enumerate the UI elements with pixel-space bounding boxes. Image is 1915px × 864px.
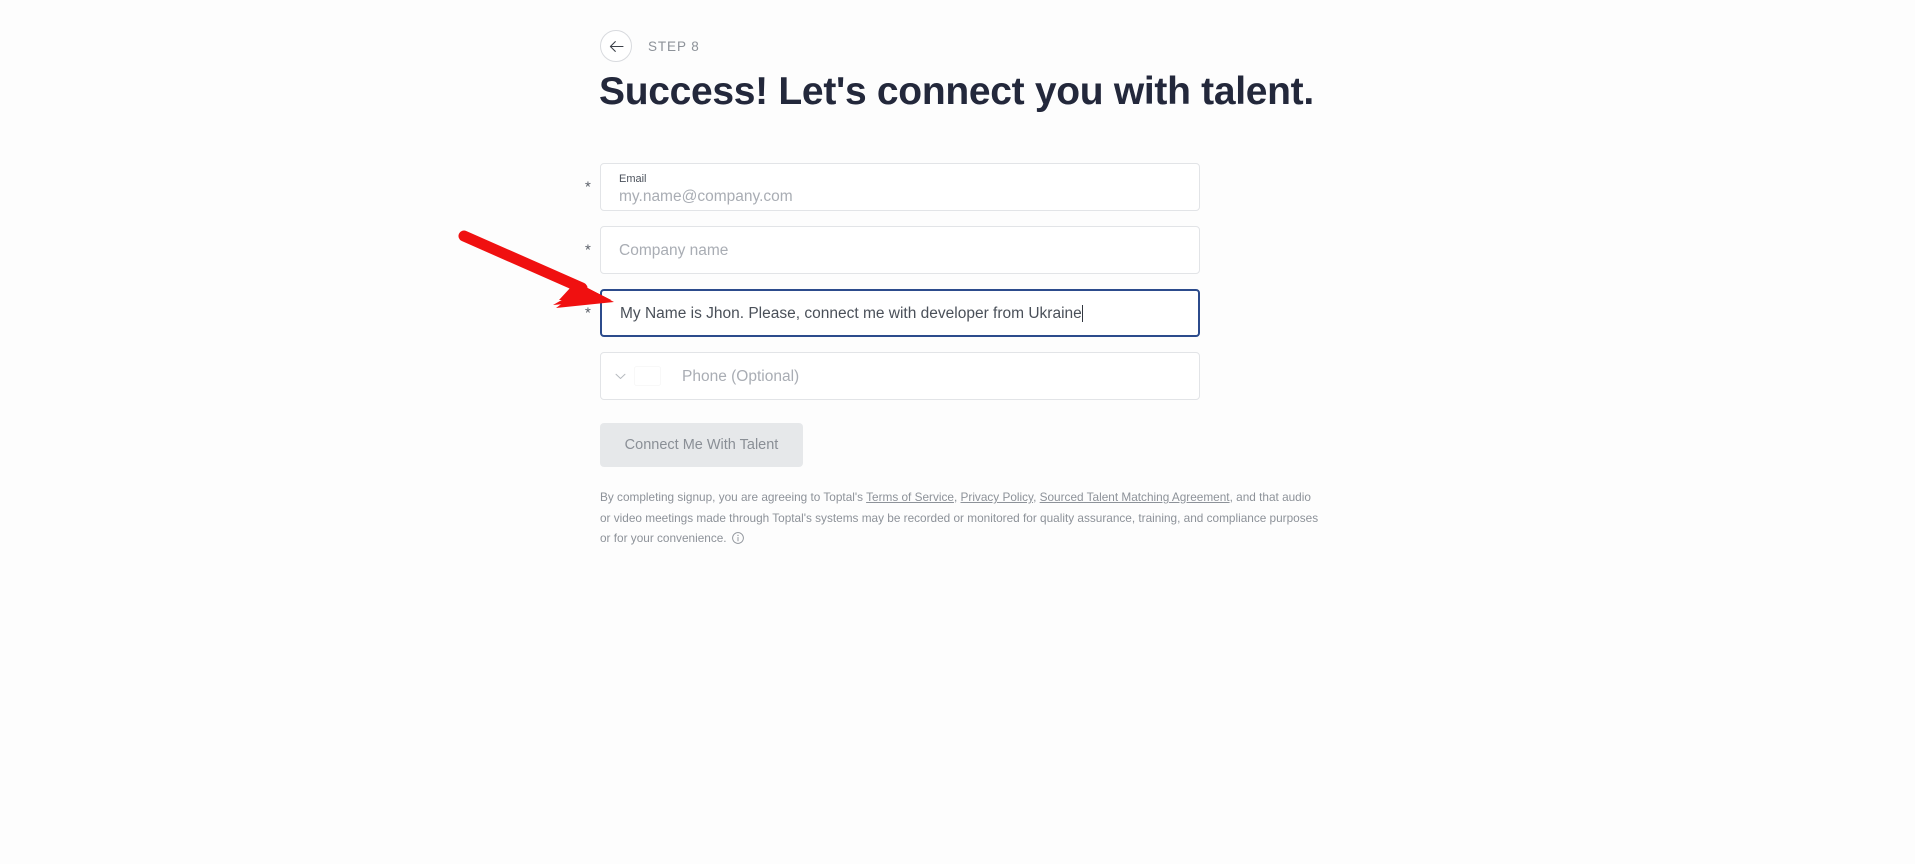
connect-me-with-talent-button[interactable]: Connect Me With Talent <box>600 423 803 467</box>
arrow-left-icon <box>609 40 624 53</box>
legal-disclaimer: By completing signup, you are agreeing t… <box>600 487 1322 551</box>
signup-form: * Email my.name@company.com * Company na… <box>585 163 1200 415</box>
legal-text-part1: By completing signup, you are agreeing t… <box>600 490 867 504</box>
info-circle-icon[interactable] <box>731 530 744 551</box>
field-row-message: * My Name is Jhon. Please, connect me wi… <box>585 289 1200 337</box>
company-name-field[interactable]: Company name <box>600 226 1200 274</box>
step-label: STEP 8 <box>648 38 700 54</box>
terms-of-service-link[interactable]: Terms of Service <box>866 490 954 504</box>
step-header: STEP 8 <box>600 30 700 62</box>
field-row-company-name: * Company name <box>585 226 1200 274</box>
back-button[interactable] <box>600 30 632 62</box>
sourced-talent-matching-agreement-link[interactable]: Sourced Talent Matching Agreement <box>1040 490 1230 504</box>
company-name-placeholder: Company name <box>619 241 729 259</box>
field-row-email: * Email my.name@company.com <box>585 163 1200 211</box>
required-marker-email: * <box>585 178 591 196</box>
phone-field[interactable]: Phone (Optional) <box>600 352 1200 400</box>
message-field[interactable]: My Name is Jhon. Please, connect me with… <box>600 289 1200 337</box>
text-caret <box>1081 304 1083 322</box>
message-field-value: My Name is Jhon. Please, connect me with… <box>620 304 1082 322</box>
required-marker-company-name: * <box>585 241 591 259</box>
privacy-policy-link[interactable]: Privacy Policy <box>961 490 1034 504</box>
required-marker-message: * <box>585 304 591 322</box>
field-row-phone: Phone (Optional) <box>600 352 1200 400</box>
email-field[interactable]: Email my.name@company.com <box>600 163 1200 211</box>
red-pointer-arrow <box>458 230 614 308</box>
email-field-label: Email <box>619 172 647 185</box>
phone-field-placeholder: Phone (Optional) <box>682 367 800 385</box>
email-field-placeholder: my.name@company.com <box>619 187 793 205</box>
ukraine-flag-icon <box>635 367 660 385</box>
page-title: Success! Let's connect you with talent. <box>599 70 1314 113</box>
signup-page: STEP 8 Success! Let's connect you with t… <box>0 0 1915 864</box>
chevron-down-icon[interactable] <box>615 373 626 380</box>
